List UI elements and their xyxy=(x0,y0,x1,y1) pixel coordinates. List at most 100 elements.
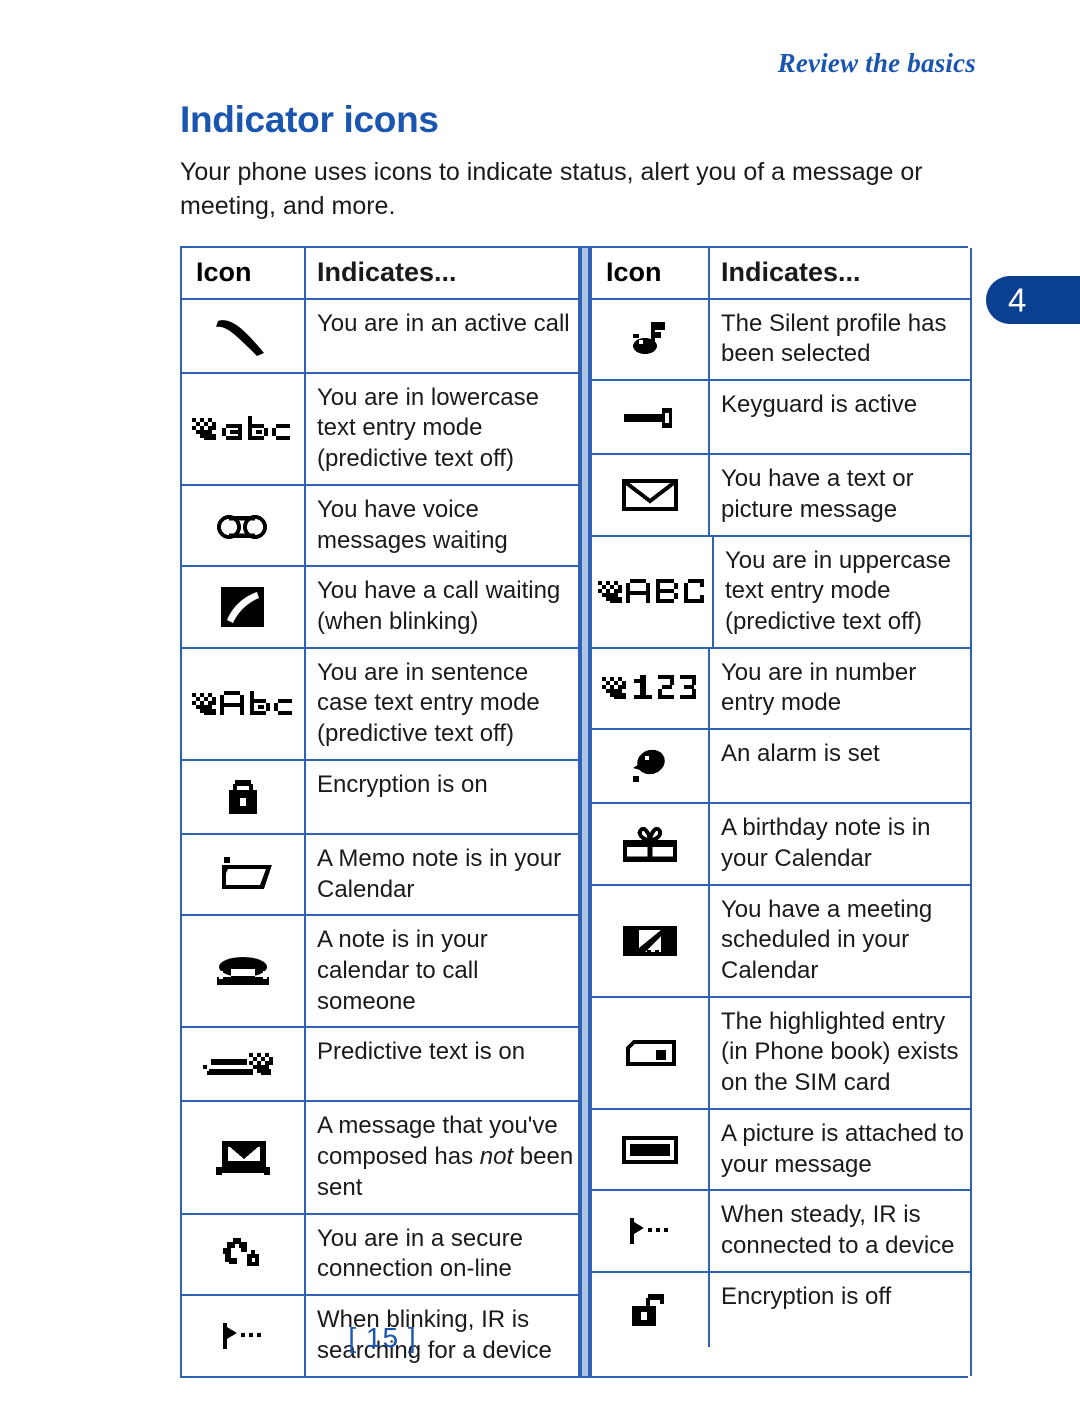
intro-paragraph: Your phone uses icons to indicate status… xyxy=(180,157,923,221)
table-row: You are in uppercase text entry mode (pr… xyxy=(592,536,970,649)
picture-attached-icon xyxy=(622,1135,678,1164)
icon-cell xyxy=(182,485,306,566)
column-header-indicates: Indicates... xyxy=(721,257,861,288)
meeting-handshake-icon xyxy=(621,920,679,962)
call-waiting-inverted-handset-icon xyxy=(220,584,266,630)
page-title: Indicator icons xyxy=(180,99,439,140)
indicates-cell: Predictive text is on xyxy=(317,1038,526,1066)
table-row: An alarm is set xyxy=(592,730,970,805)
chapter-thumb-tab: 4 xyxy=(986,276,1080,324)
active-call-handset-icon xyxy=(214,315,272,357)
unsent-text-italic: not xyxy=(479,1143,514,1171)
call-note-telephone-icon xyxy=(213,953,273,989)
indicates-cell: You have a meeting scheduled in your Cal… xyxy=(721,895,933,985)
table-row: A note is in your calendar to call someo… xyxy=(182,916,578,1029)
indicates-cell: You have a call waiting (when blinking) xyxy=(317,577,561,635)
indicates-cell: You are in sentence case text entry mode… xyxy=(317,658,540,748)
indicates-cell: You are in an active call xyxy=(317,309,570,337)
table-row: A Memo note is in your Calendar xyxy=(182,834,578,917)
table-half-left: Icon Indicates... You are in an active c… xyxy=(180,247,580,1376)
indicates-cell: An alarm is set xyxy=(721,740,880,768)
indicates-cell: The Silent profile has been selected xyxy=(721,309,947,368)
icon-cell xyxy=(592,1191,710,1271)
icon-cell xyxy=(182,834,306,915)
indicates-cell: You are in number entry mode xyxy=(721,658,917,717)
table-row: You have a text or picture message xyxy=(592,455,970,537)
table-row: A birthday note is in your Calendar xyxy=(592,804,970,886)
icon-cell xyxy=(182,1028,306,1101)
keyguard-key-icon xyxy=(622,404,678,430)
table-row: The highlighted entry (in Phone book) ex… xyxy=(592,997,970,1110)
table-row: A picture is attached to your message xyxy=(592,1109,970,1192)
icon-cell xyxy=(592,997,710,1108)
icon-cell xyxy=(592,455,710,535)
indicates-cell: When steady, IR is connected to a device xyxy=(721,1201,955,1260)
table-row: Encryption is on xyxy=(182,760,578,835)
table-row: You have a meeting scheduled in your Cal… xyxy=(592,885,970,998)
icon-cell xyxy=(182,648,306,759)
uppercase-abc-predictive-off-icon xyxy=(596,577,708,607)
indicates-cell: You have voice messages waiting xyxy=(317,495,508,554)
table-header-row: Icon Indicates... xyxy=(182,247,578,300)
indicates-cell: A birthday note is in your Calendar xyxy=(721,814,931,872)
icon-cell xyxy=(182,567,306,647)
icon-cell xyxy=(592,885,710,996)
icon-cell xyxy=(182,1102,306,1213)
indicates-cell: The highlighted entry (in Phone book) ex… xyxy=(721,1007,959,1097)
icon-cell xyxy=(182,916,306,1027)
table-row: You have voice messages waiting xyxy=(182,485,578,568)
table-row: You are in an active call xyxy=(182,299,578,374)
indicates-cell: You are in uppercase text entry mode (pr… xyxy=(725,546,951,635)
icon-cell xyxy=(592,730,710,803)
icon-cell xyxy=(182,373,306,484)
sentence-case-abc-predictive-off-icon xyxy=(190,689,296,719)
indicates-cell: A note is in your calendar to call someo… xyxy=(317,926,488,1015)
table-row: The Silent profile has been selected xyxy=(592,299,970,382)
table-header-row: Icon Indicates... xyxy=(592,247,970,300)
table-row: A message that you've composed has not b… xyxy=(182,1102,578,1215)
table-row: You are in lowercase text entry mode (pr… xyxy=(182,373,578,486)
icon-cell xyxy=(182,1214,306,1295)
number-entry-123-icon xyxy=(600,673,700,703)
alarm-bell-icon xyxy=(629,746,671,786)
unsent-message-outbox-icon xyxy=(214,1137,272,1179)
column-header-icon: Icon xyxy=(182,247,306,298)
running-header-title: Review the basics xyxy=(777,48,976,78)
indicates-cell: A Memo note is in your Calendar xyxy=(317,844,562,903)
sim-card-entry-icon xyxy=(624,1038,676,1068)
icon-cell xyxy=(182,760,306,833)
table-row: When steady, IR is connected to a device xyxy=(592,1191,970,1273)
table-row: You have a call waiting (when blinking) xyxy=(182,567,578,649)
voice-mail-tape-icon xyxy=(213,511,273,541)
indicates-cell: You are in lowercase text entry mode (pr… xyxy=(317,383,539,473)
page-content: Indicator icons Your phone uses icons to… xyxy=(180,99,972,1378)
chapter-number: 4 xyxy=(1008,281,1027,319)
secure-connection-handset-lock-icon xyxy=(219,1234,267,1274)
silent-profile-muted-note-icon xyxy=(629,318,671,360)
indicates-cell: Encryption is on xyxy=(317,770,488,798)
column-header-icon: Icon xyxy=(592,247,710,298)
lowercase-abc-predictive-off-icon xyxy=(190,414,296,444)
birthday-gift-icon xyxy=(621,824,679,864)
table-half-right: Icon Indicates... The Silent profile has… xyxy=(590,247,972,1376)
encryption-on-closed-padlock-icon xyxy=(227,778,259,816)
predictive-text-on-icon xyxy=(201,1047,285,1081)
table-row: You are in number entry mode xyxy=(592,648,970,731)
indicates-cell: Keyguard is active xyxy=(721,391,918,419)
text-picture-message-envelope-icon xyxy=(622,477,678,513)
table-column-separator xyxy=(580,247,590,1376)
table-row: You are in a secure connection on-line xyxy=(182,1214,578,1297)
indicator-icons-table: Icon Indicates... You are in an active c… xyxy=(180,245,972,1378)
memo-note-icon xyxy=(212,855,274,895)
table-row: Keyguard is active xyxy=(592,381,970,456)
icon-cell xyxy=(592,299,710,380)
icon-cell xyxy=(592,648,710,729)
indicates-cell: You are in a secure connection on-line xyxy=(317,1224,523,1283)
indicates-cell: A picture is attached to your message xyxy=(721,1119,964,1178)
page-number: [ 15 ] xyxy=(348,1322,417,1353)
icon-cell xyxy=(182,299,306,372)
indicates-cell: You have a text or picture message xyxy=(721,465,914,523)
table-row: Predictive text is on xyxy=(182,1028,578,1103)
indicates-cell: A message that you've composed has not b… xyxy=(306,1102,578,1212)
icon-cell xyxy=(592,804,710,884)
